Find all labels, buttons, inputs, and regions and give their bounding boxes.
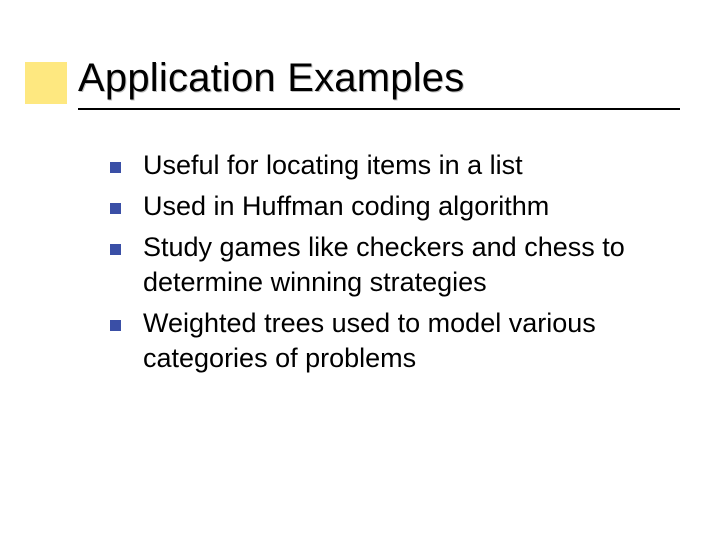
slide-body: Useful for locating items in a list Used…: [110, 148, 670, 383]
title-container: Application Examples: [78, 56, 680, 110]
list-item-text: Study games like checkers and chess to d…: [143, 230, 670, 300]
square-bullet-icon: [110, 162, 121, 173]
list-item: Study games like checkers and chess to d…: [110, 230, 670, 300]
title-accent-block: [25, 62, 67, 104]
square-bullet-icon: [110, 320, 121, 331]
list-item-text: Used in Huffman coding algorithm: [143, 189, 670, 224]
list-item-text: Useful for locating items in a list: [143, 148, 670, 183]
list-item: Useful for locating items in a list: [110, 148, 670, 183]
slide-title: Application Examples: [78, 56, 680, 110]
square-bullet-icon: [110, 203, 121, 214]
square-bullet-icon: [110, 244, 121, 255]
slide: Application Examples Useful for locating…: [0, 0, 720, 540]
list-item: Weighted trees used to model various cat…: [110, 306, 670, 376]
list-item-text: Weighted trees used to model various cat…: [143, 306, 670, 376]
list-item: Used in Huffman coding algorithm: [110, 189, 670, 224]
